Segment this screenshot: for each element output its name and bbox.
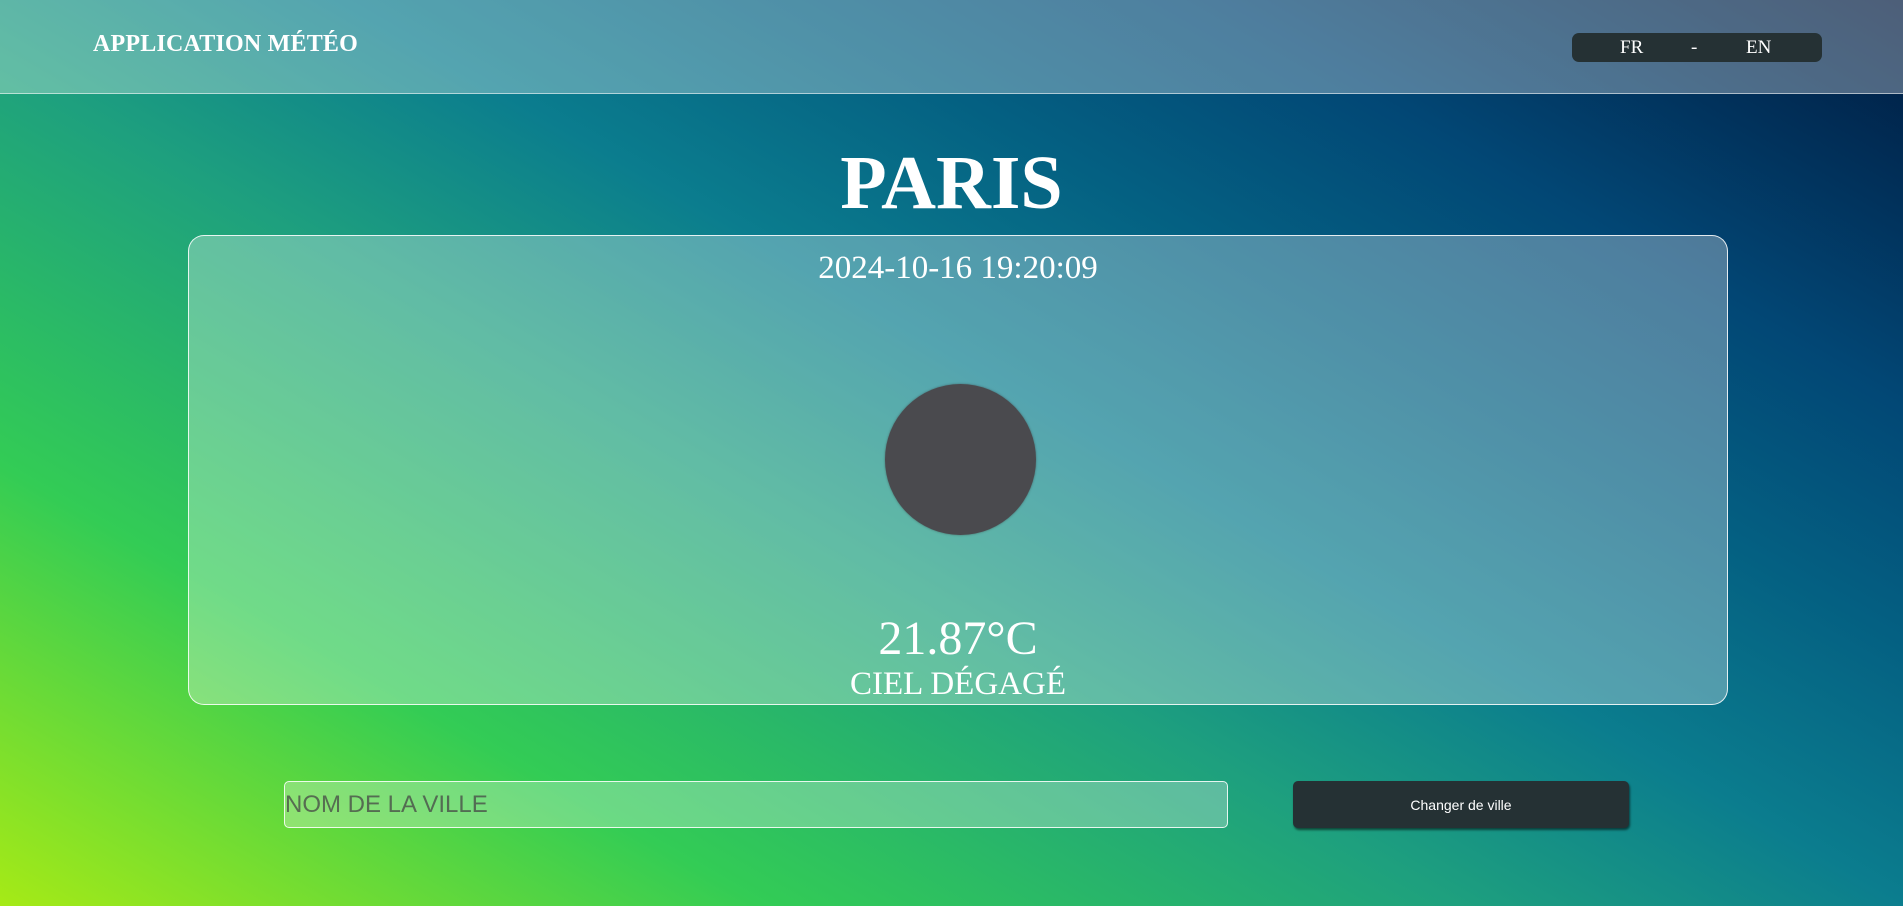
- language-switcher: FR - EN: [1572, 33, 1822, 62]
- language-fr-button[interactable]: FR: [1620, 37, 1643, 59]
- change-city-button[interactable]: Changer de ville: [1293, 781, 1629, 828]
- app-title: APPLICATION MÉTÉO: [93, 31, 358, 57]
- app-header: APPLICATION MÉTÉO FR - EN: [0, 0, 1903, 94]
- city-search-input[interactable]: [284, 781, 1228, 828]
- city-name: PARIS: [840, 141, 1063, 225]
- temperature-value: 21.87°C: [878, 612, 1038, 665]
- weather-card: 2024-10-16 19:20:09 21.87°C CIEL DÉGAGÉ: [188, 235, 1728, 705]
- datetime-label: 2024-10-16 19:20:09: [818, 250, 1098, 286]
- language-en-button[interactable]: EN: [1746, 37, 1771, 59]
- weather-icon: [885, 384, 1036, 535]
- language-separator: -: [1691, 37, 1698, 58]
- weather-condition: CIEL DÉGAGÉ: [850, 666, 1066, 702]
